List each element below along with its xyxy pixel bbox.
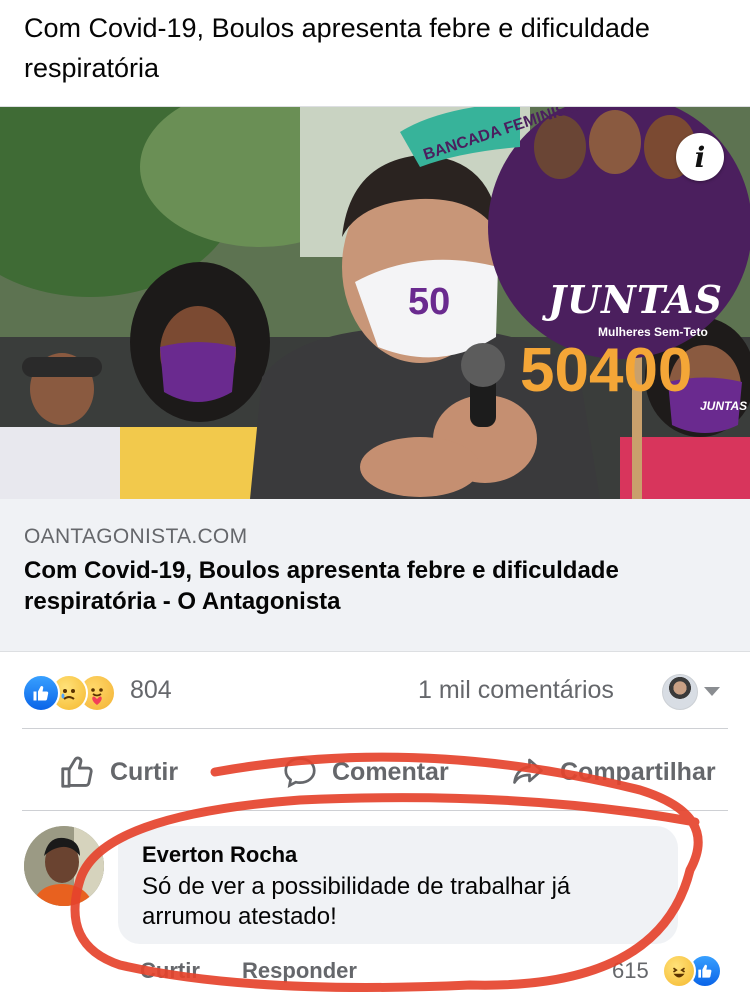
thumbs-up-icon [61,756,93,788]
reaction-count[interactable]: 804 [130,676,172,705]
post-actions: Curtir Comentar Compartilhar [0,742,750,802]
info-icon[interactable]: i [676,133,724,181]
viewer-avatar[interactable] [662,674,698,710]
comment-actions: Curtir Responder [140,958,393,984]
sign-number-text: 50400 [520,336,693,405]
share-button[interactable]: Compartilhar [510,752,716,792]
share-label: Compartilhar [560,757,716,786]
comment-button[interactable]: Comentar [282,752,449,792]
comment-bubble[interactable]: Everton Rocha Só de ver a possibilidade … [118,826,678,944]
comments-count[interactable]: 1 mil comentários [418,676,614,705]
link-meta[interactable]: OANTAGONISTA.COM Com Covid-19, Boulos ap… [0,499,750,651]
like-icon [22,674,60,712]
comment-icon [284,757,316,788]
comment-label: Comentar [332,757,449,786]
sign-brand-text: JUNTAS [548,277,723,322]
reactions-summary[interactable]: 804 1 mil comentários [22,672,732,712]
like-button[interactable]: Curtir [58,752,178,792]
divider [22,810,728,811]
share-icon [513,758,543,784]
like-label: Curtir [110,757,179,786]
divider [22,728,728,729]
reaction-icons[interactable] [22,674,132,712]
link-preview-card[interactable]: JUNTAS Mulheres Sem-Teto 50400 50 BANCAD… [0,106,750,652]
comment-reply-button[interactable]: Responder [242,958,357,983]
comment-author[interactable]: Everton Rocha [142,842,297,868]
haha-icon [662,954,696,988]
chevron-down-icon[interactable] [704,687,720,696]
post-text: Com Covid-19, Boulos apresenta febre e d… [24,13,650,83]
comment: Everton Rocha Só de ver a possibilidade … [24,826,730,996]
comment-text: Só de ver a possibilidade de trabalhar j… [142,873,571,930]
link-preview-image[interactable]: JUNTAS Mulheres Sem-Teto 50400 50 BANCAD… [0,107,750,499]
comment-reaction-count: 615 [612,958,649,983]
comment-like-button[interactable]: Curtir [140,958,200,983]
link-domain: OANTAGONISTA.COM [24,525,248,548]
comment-reactions[interactable]: 615 [612,954,732,988]
mask-number-text: 50 [408,281,451,323]
avatar[interactable] [24,826,104,906]
mask-brand-text: JUNTAS [700,399,748,413]
link-title[interactable]: Com Covid-19, Boulos apresenta febre e d… [24,555,734,617]
